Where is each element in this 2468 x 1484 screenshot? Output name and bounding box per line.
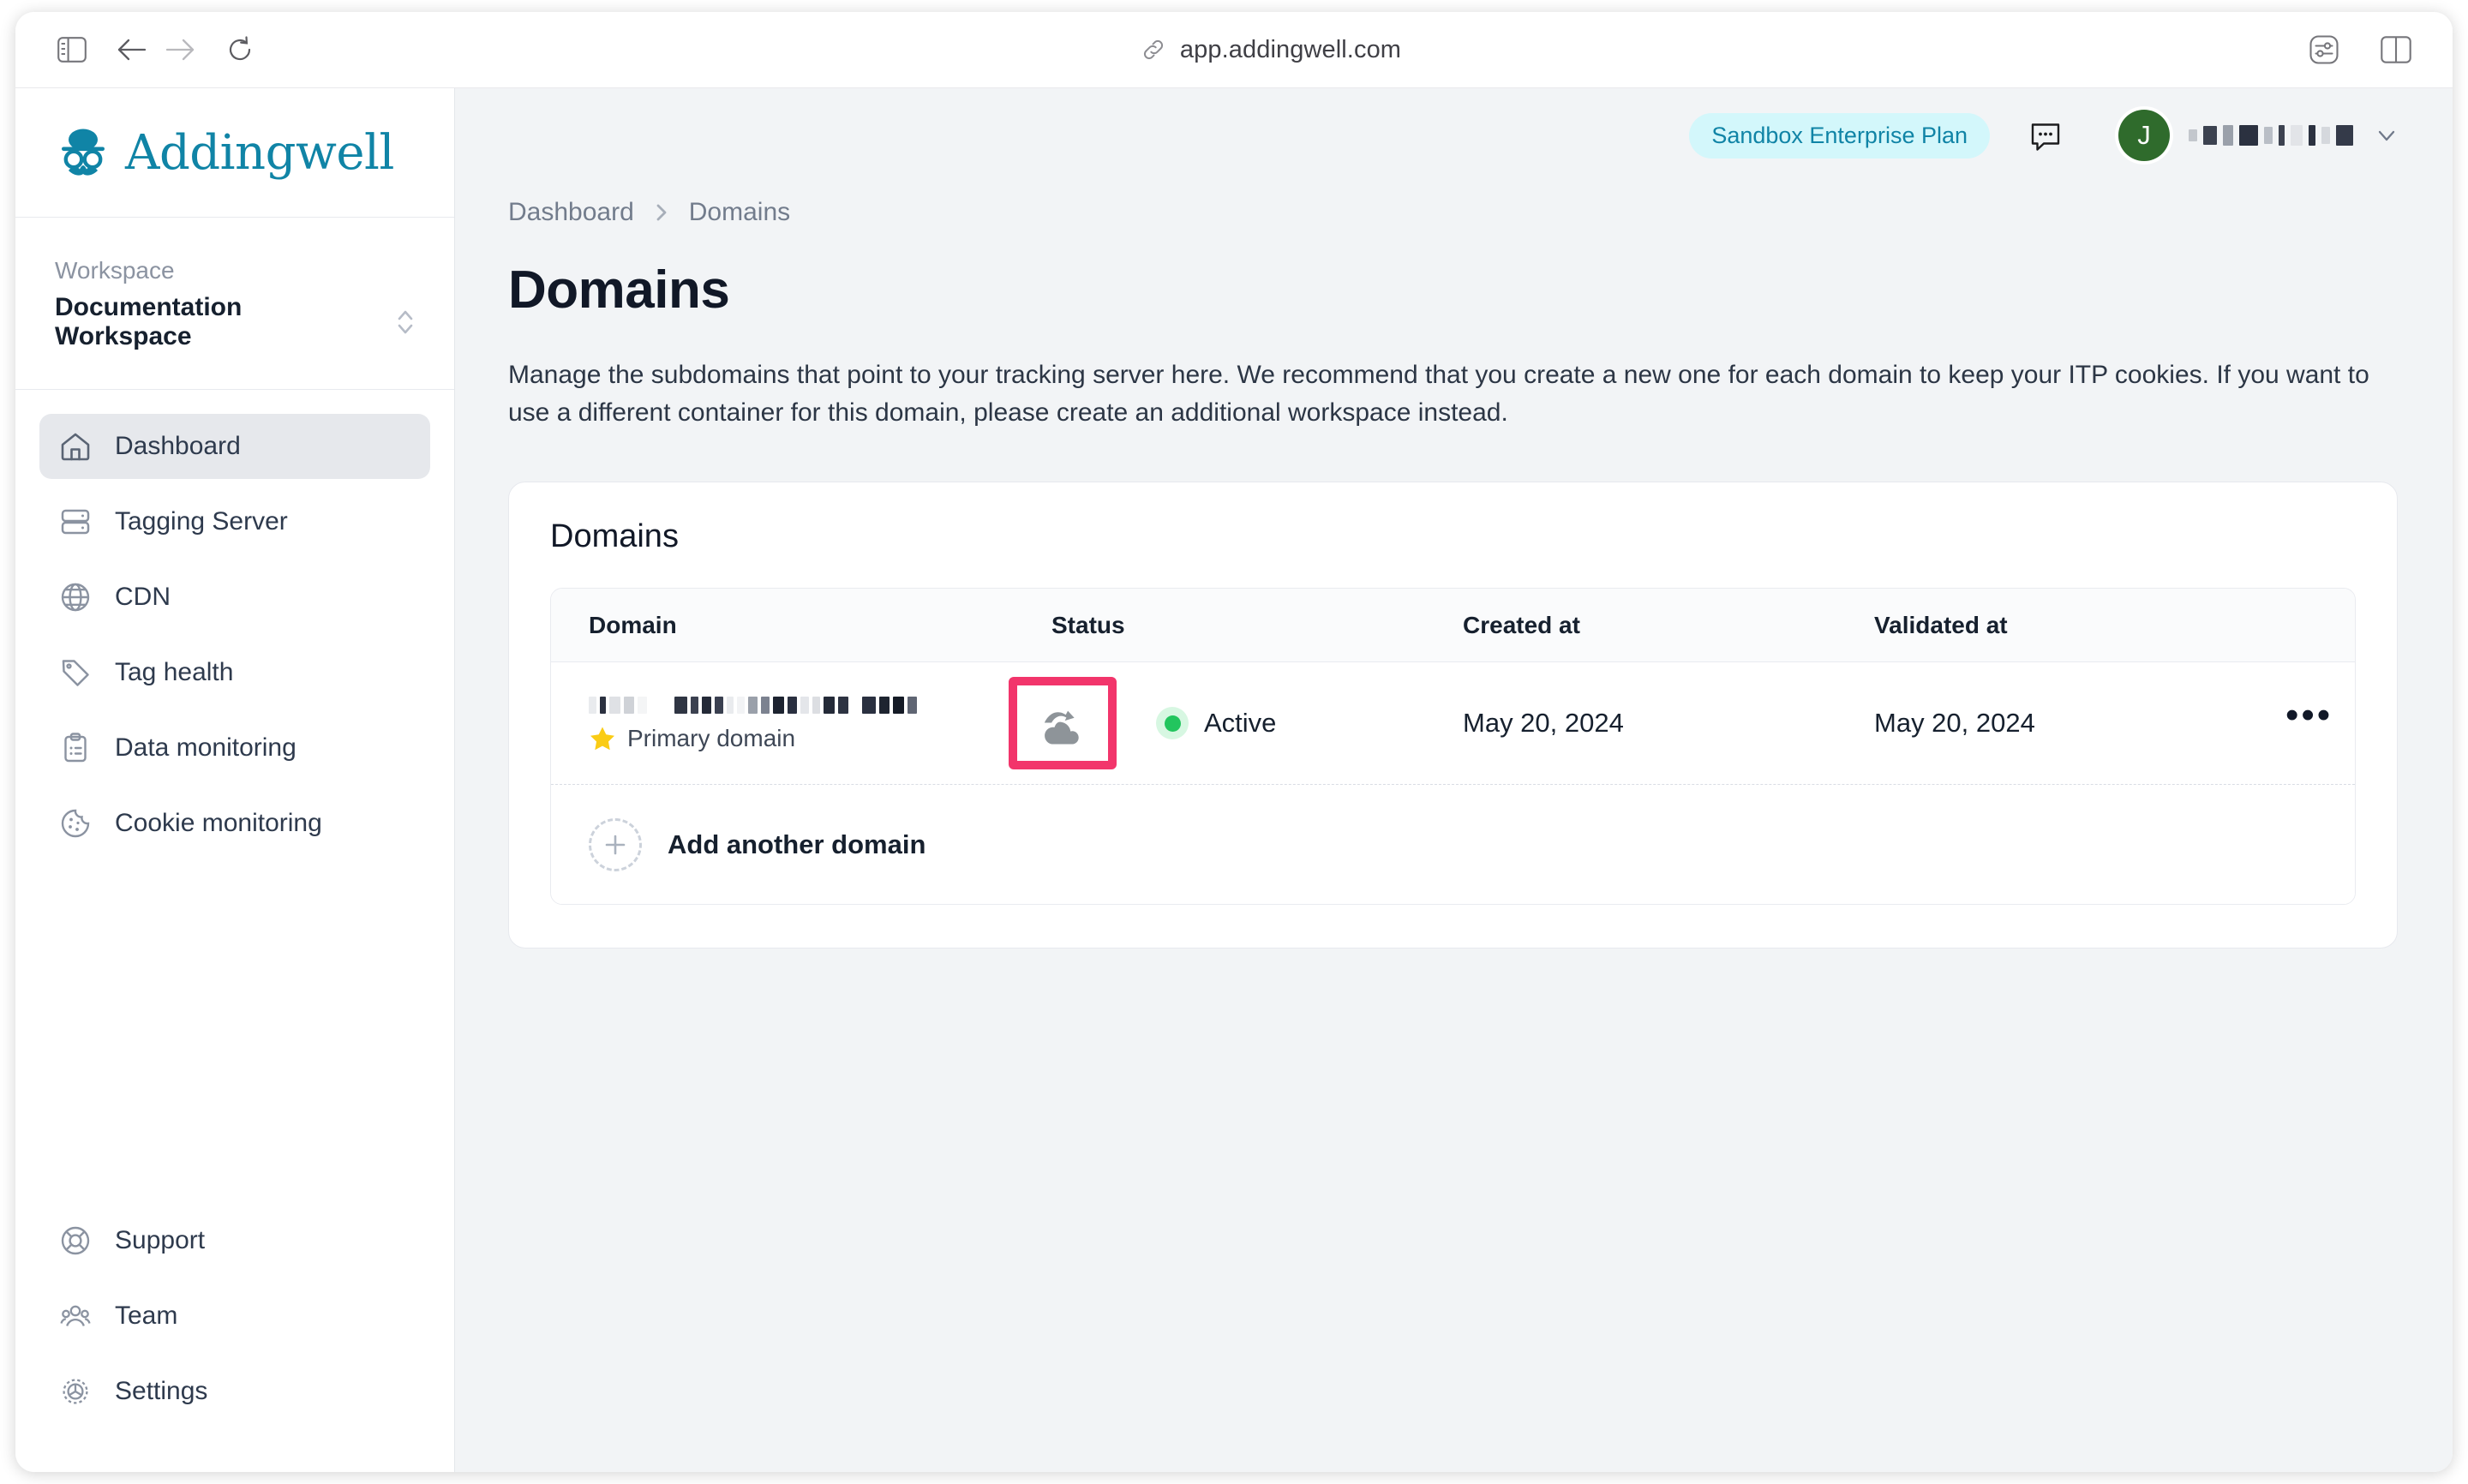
page-settings-icon[interactable] [2300,26,2348,74]
toolbar-right-actions [2300,26,2420,74]
primary-domain-label: Primary domain [627,724,796,751]
url-text: app.addingwell.com [1179,35,1402,63]
sidebar-item-dashboard[interactable]: Dashboard [39,414,430,479]
home-icon [58,429,93,464]
table-header-row: Domain Status Created at Validated at [551,589,2355,663]
workspace-switcher[interactable]: Workspace Documentation Workspace [15,218,454,390]
tag-icon [58,655,93,690]
chat-bubble-icon[interactable] [2026,116,2065,155]
sidebar-item-cookie-monitoring[interactable]: Cookie monitoring [39,791,430,856]
domains-table: Domain Status Created at Validated at Pr… [550,588,2356,906]
cookie-icon [58,806,93,841]
sidebar-item-label: Settings [115,1377,208,1405]
browser-toolbar: app.addingwell.com [15,12,2453,88]
sidebar-nav-primary: Dashboard Tagging Server CDN Tag health … [15,390,454,866]
cell-created-at: May 20, 2024 [1463,708,1874,739]
sidebar-item-label: Dashboard [115,432,241,460]
kebab-menu-icon[interactable]: ••• [2285,697,2333,740]
domain-name-redacted [589,695,1051,715]
sidebar-item-label: CDN [115,583,171,611]
brand-logo[interactable]: Addingwell [15,88,454,218]
add-another-domain-button[interactable]: Add another domain [551,784,2355,905]
chevron-updown-icon [396,307,415,338]
chevron-down-icon[interactable] [2374,123,2399,148]
page-title: Domains [508,260,730,320]
browser-window: app.addingwell.com Addingwell Workspace … [15,12,2453,1472]
page-description: Manage the subdomains that point to your… [508,361,2369,428]
breadcrumb-item-dashboard[interactable]: Dashboard [508,198,634,227]
lifebuoy-icon [58,1224,93,1258]
address-bar[interactable]: app.addingwell.com [264,36,2278,64]
sidebar-nav-secondary: Support Team Settings [15,1208,454,1472]
column-header-status: Status [1051,611,1125,638]
sidebar-item-cdn[interactable]: CDN [39,565,430,630]
top-bar: Sandbox Enterprise Plan J [455,88,2453,183]
clipboard-icon [58,731,93,765]
sidebar-item-team[interactable]: Team [39,1284,430,1349]
validated-at-value: May 20, 2024 [1874,708,2035,739]
card-title: Domains [550,518,679,555]
created-at-value: May 20, 2024 [1463,708,1624,739]
star-icon [589,725,616,752]
cell-status: Active [1009,677,1463,770]
sidebar-item-tag-health[interactable]: Tag health [39,640,430,705]
brand-name: Addingwell [125,124,394,181]
sidebar-item-settings[interactable]: Settings [39,1359,430,1424]
sidebar-item-label: Tagging Server [115,507,288,536]
reload-icon[interactable] [216,26,264,74]
workspace-label: Workspace [55,257,175,284]
users-icon [58,1299,93,1333]
main-content: Sandbox Enterprise Plan J Dashboard Doma… [455,88,2453,1472]
avatar[interactable]: J [2118,110,2170,161]
cell-actions: ••• [2285,697,2333,740]
column-header-created-at: Created at [1463,611,1580,638]
status-indicator-dot [1156,707,1189,740]
sidebar-item-label: Support [115,1226,206,1254]
breadcrumb: Dashboard Domains [508,198,2399,227]
add-another-domain-label: Add another domain [668,829,926,859]
chevron-right-icon [653,200,670,224]
split-view-icon[interactable] [2372,26,2420,74]
sidebar-toggle-icon[interactable] [48,26,96,74]
column-header-domain: Domain [589,611,677,638]
primary-domain-tag: Primary domain [589,725,1051,752]
sidebar-item-tagging-server[interactable]: Tagging Server [39,489,430,554]
sidebar-item-data-monitoring[interactable]: Data monitoring [39,715,430,781]
status-label: Active [1204,708,1277,739]
addingwell-mascot-icon [55,124,111,181]
domains-card: Domains Domain Status Created at Validat… [508,482,2398,949]
forward-arrow-icon[interactable] [156,26,204,74]
link-icon [1141,37,1166,63]
sidebar: Addingwell Workspace Documentation Works… [15,88,455,1472]
screenshot-root: app.addingwell.com Addingwell Workspace … [0,0,2468,1484]
sidebar-item-label: Data monitoring [115,733,297,762]
page-content: Dashboard Domains Domains Manage the sub… [455,198,2453,949]
cell-domain: Primary domain [589,695,1051,752]
breadcrumb-item-domains[interactable]: Domains [689,198,790,227]
globe-icon [58,580,93,614]
sidebar-item-label: Cookie monitoring [115,809,322,837]
sidebar-item-label: Tag health [115,658,234,686]
user-name-redacted[interactable] [2189,125,2353,146]
plus-circle-icon [589,817,642,871]
sidebar-item-label: Team [115,1301,178,1330]
plan-badge[interactable]: Sandbox Enterprise Plan [1689,112,1990,159]
workspace-name: Documentation Workspace [55,293,243,350]
server-icon [58,505,93,539]
table-row[interactable]: Primary domain Active May 20, 2024 May 2… [551,662,2355,785]
column-header-validated-at: Validated at [1874,611,2008,638]
cell-validated-at: May 20, 2024 [1874,708,2285,739]
app-body: Addingwell Workspace Documentation Works… [15,88,2453,1472]
cloud-upload-icon[interactable] [1009,677,1117,770]
back-arrow-icon[interactable] [108,26,156,74]
sidebar-item-support[interactable]: Support [39,1208,430,1273]
gear-icon [58,1374,93,1409]
